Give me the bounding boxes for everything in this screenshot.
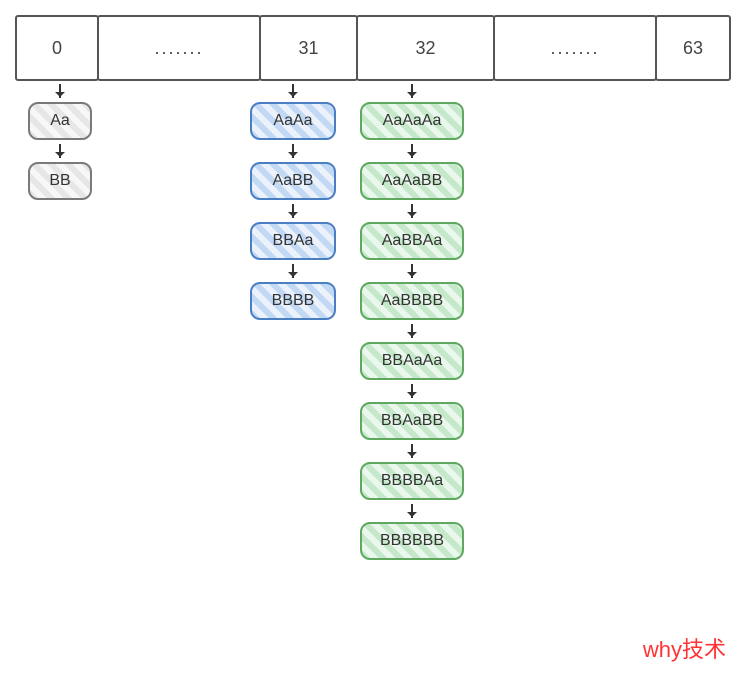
chain-32: AaAaAa AaAaBB AaBBAa AaBBBB BBAaAa BBAaB… xyxy=(360,80,464,560)
hash-node: BBAaAa xyxy=(360,342,464,380)
hash-node: AaAaAa xyxy=(360,102,464,140)
arrow-down-icon xyxy=(292,264,294,278)
bucket-cell-31: 31 xyxy=(259,15,358,81)
hash-node: BBAaBB xyxy=(360,402,464,440)
arrow-down-icon xyxy=(411,444,413,458)
arrow-down-icon xyxy=(411,264,413,278)
arrow-down-icon xyxy=(411,504,413,518)
hash-node: AaBBBB xyxy=(360,282,464,320)
bucket-cell-63: 63 xyxy=(655,15,731,81)
arrow-down-icon xyxy=(411,144,413,158)
bucket-ellipsis-right: ....... xyxy=(493,15,657,81)
bucket-cell-32: 32 xyxy=(356,15,495,81)
hash-node: AaAaBB xyxy=(360,162,464,200)
hash-node: BBAa xyxy=(250,222,336,260)
arrow-down-icon xyxy=(411,204,413,218)
arrow-down-icon xyxy=(411,324,413,338)
hash-node: Aa xyxy=(28,102,92,140)
bucket-cell-0: 0 xyxy=(15,15,99,81)
arrow-down-icon xyxy=(411,384,413,398)
hash-node: BBBBAa xyxy=(360,462,464,500)
arrow-down-icon xyxy=(411,84,413,98)
arrow-down-icon xyxy=(292,144,294,158)
hash-node: BBBB xyxy=(250,282,336,320)
arrow-down-icon xyxy=(59,84,61,98)
hash-node: BB xyxy=(28,162,92,200)
chain-31: AaAa AaBB BBAa BBBB xyxy=(250,80,336,320)
watermark-text: why技术 xyxy=(643,632,726,664)
chain-0: Aa BB xyxy=(28,80,92,200)
hash-node: BBBBBB xyxy=(360,522,464,560)
hash-node: AaBB xyxy=(250,162,336,200)
bucket-ellipsis-left: ....... xyxy=(97,15,261,81)
diagram-canvas: 0 ....... 31 32 ....... 63 Aa BB AaAa Aa… xyxy=(0,0,744,674)
arrow-down-icon xyxy=(292,84,294,98)
bucket-header-row: 0 ....... 31 32 ....... 63 xyxy=(15,15,731,81)
arrow-down-icon xyxy=(59,144,61,158)
hash-node: AaBBAa xyxy=(360,222,464,260)
hash-node: AaAa xyxy=(250,102,336,140)
arrow-down-icon xyxy=(292,204,294,218)
